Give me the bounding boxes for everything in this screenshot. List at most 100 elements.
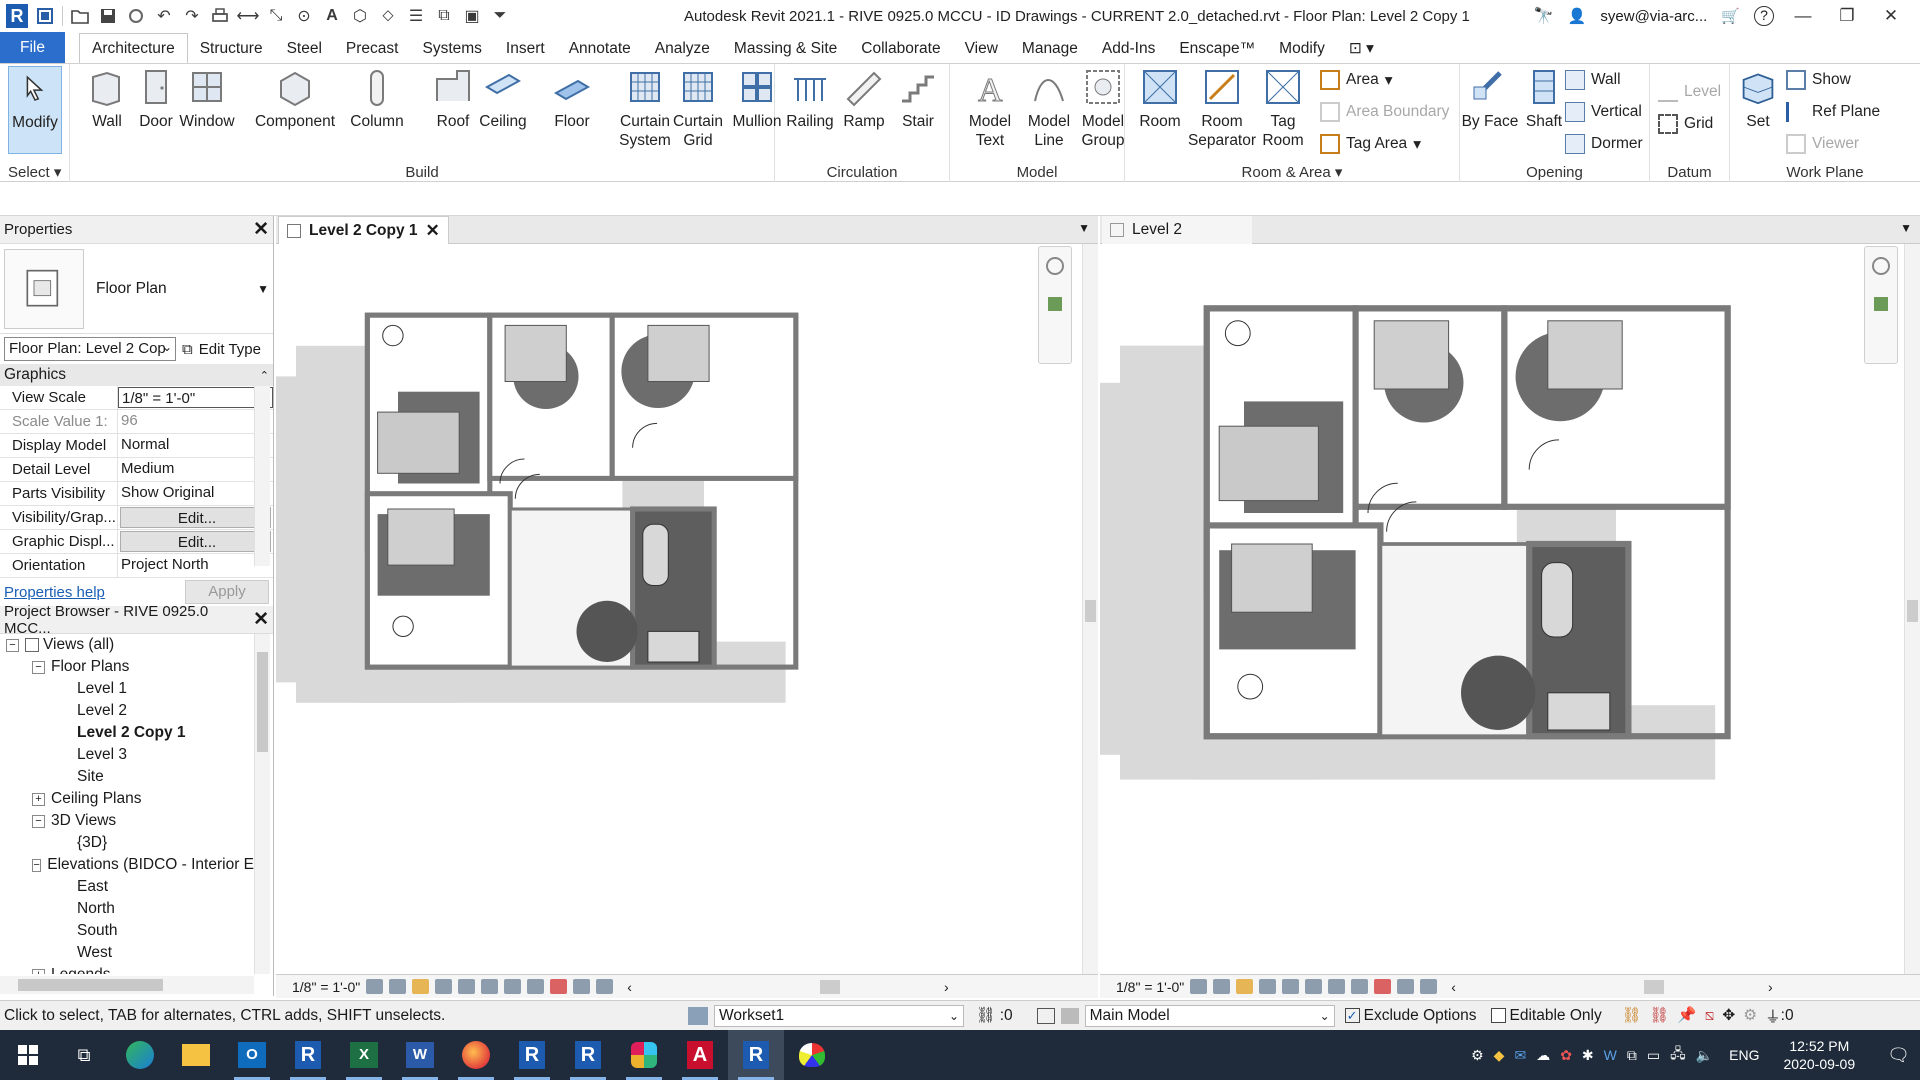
switch-windows-icon[interactable]: ▣ [461,5,483,27]
open-icon[interactable] [69,5,91,27]
type-selector[interactable]: Floor Plan ▼ [0,244,273,334]
undo-icon[interactable]: ↶ [153,5,175,27]
apply-button[interactable]: Apply [185,580,269,604]
browser-hscrollbar[interactable] [0,976,254,994]
temp-hide-icon[interactable] [504,979,522,994]
room-separator-button[interactable]: Room Separator [1187,66,1257,150]
tray-word-icon[interactable]: W [1604,1047,1617,1063]
home-icon[interactable] [34,5,56,27]
design-option-dropdown[interactable]: Main Model ⌄ [1084,1004,1335,1027]
tag-area-button[interactable]: Tag Area ▾ [1320,134,1421,154]
tray-slack-icon[interactable]: ✱ [1582,1047,1594,1064]
ref-plane-button[interactable]: Ref Plane [1786,102,1880,122]
property-value[interactable]: Medium [118,458,273,481]
browser-node[interactable]: − Views (all) [0,634,254,656]
tag-room-button[interactable]: Tag Room [1248,66,1318,150]
close-tab-icon[interactable]: ✕ [426,221,440,241]
redo-icon[interactable]: ↷ [181,5,203,27]
edit-type-button[interactable]: Edit Type [199,341,261,358]
restore-button[interactable]: ❐ [1832,6,1862,26]
tab-level-2[interactable]: Level 2 [1102,216,1252,244]
revit-logo[interactable]: R [6,4,28,28]
temp-hide-icon[interactable] [1328,979,1346,994]
slack-icon[interactable] [616,1030,672,1080]
revit-taskbar-icon[interactable]: R [504,1030,560,1080]
background-process-icon[interactable]: ⚙ [1743,1006,1757,1025]
tag-icon[interactable]: ⊙ [293,5,315,27]
scroll-right-icon[interactable]: › [944,979,949,995]
close-window-button[interactable]: ✕ [1876,6,1906,26]
word-icon[interactable]: W [392,1030,448,1080]
sun-path-icon[interactable] [1236,979,1254,994]
navigation-bar[interactable] [1038,246,1072,364]
tab-massing-site[interactable]: Massing & Site [722,34,849,64]
select-by-face-icon[interactable]: ⧅ [1704,1007,1714,1025]
scale-control[interactable]: 1/8" = 1'-0" [1116,979,1184,995]
scroll-right-icon[interactable]: › [1768,979,1773,995]
select-pinned-icon[interactable]: 📌 [1677,1006,1696,1025]
right-view-canvas[interactable] [1100,244,1904,974]
reveal-hidden-icon[interactable] [1351,979,1369,994]
properties-scrollbar[interactable] [254,386,270,566]
crop-view-icon[interactable] [1282,979,1300,994]
scale-control[interactable]: 1/8" = 1'-0" [292,979,360,995]
section-icon[interactable]: ⬦ [377,5,399,27]
highlight-displacement-icon[interactable] [573,979,591,994]
tray-norton-icon[interactable]: ◆ [1494,1047,1505,1064]
crop-region-icon[interactable] [1305,979,1323,994]
left-view-vscrollbar[interactable] [1082,244,1098,974]
select-links-icon[interactable]: ⛓ [1622,1006,1642,1025]
collapse-icon[interactable]: − [32,814,45,828]
task-view-icon[interactable]: ⧉ [56,1030,112,1080]
tab-modify[interactable]: Modify [1267,34,1337,64]
close-browser-icon[interactable]: ✕ [253,608,269,631]
notifications-icon[interactable]: 🗨 [1887,1045,1910,1066]
browser-node[interactable]: − Elevations (BIDCO - Interior E [0,854,254,876]
tray-volume-icon[interactable]: 🔈 [1696,1047,1713,1064]
detail-level-icon[interactable] [1190,979,1208,994]
browser-node[interactable]: Site [0,766,254,788]
select-dropdown[interactable]: Select ▾ [0,163,69,181]
exclude-options-checkbox[interactable]: ✓ [1344,1008,1360,1023]
browser-node[interactable]: Level 1 [0,678,254,700]
browser-node[interactable]: −3D Views [0,810,254,832]
sun-path-icon[interactable] [412,979,430,994]
text-icon[interactable]: A [321,5,343,27]
ribbon-minimize-icon[interactable]: ⊡ ▾ [1337,34,1386,64]
ceiling-button[interactable]: Ceiling [468,66,538,131]
type-dropdown-icon[interactable]: ▼ [257,282,269,296]
tab-overflow-icon[interactable]: ▼ [1900,221,1912,235]
floor-button[interactable]: Floor [537,66,607,131]
workset-dropdown[interactable]: Workset1 ⌄ [714,1004,964,1027]
browser-node[interactable]: East [0,876,254,898]
tab-collaborate[interactable]: Collaborate [849,34,952,64]
area-boundary-button[interactable]: Area Boundary [1320,102,1449,122]
area-button[interactable]: Area ▾ [1320,70,1393,90]
tab-add-ins[interactable]: Add-Ins [1090,34,1167,64]
browser-node[interactable]: +Legends [0,964,254,974]
editable-only-checkbox[interactable] [1490,1008,1506,1023]
firefox-icon[interactable] [448,1030,504,1080]
clock[interactable]: 12:52 PM 2020-09-09 [1784,1037,1856,1073]
revit-taskbar-icon[interactable]: R [560,1030,616,1080]
customize-qat-icon[interactable]: ⏷ [489,5,511,27]
browser-node[interactable]: Level 2 Copy 1 [0,722,254,744]
autocad-icon[interactable]: A [672,1030,728,1080]
select-underlay-icon[interactable]: ⛓ [1649,1006,1669,1025]
set-button[interactable]: Set [1738,66,1778,131]
grid-button[interactable]: Grid [1658,114,1713,134]
tab-view[interactable]: View [953,34,1010,64]
viewer-button[interactable]: Viewer [1786,134,1859,154]
user-icon[interactable]: 👤 [1568,7,1587,25]
reveal-constraints-icon[interactable] [1420,979,1438,994]
detail-level-icon[interactable] [366,979,384,994]
filter-icon[interactable]: ⏚ [1765,1005,1781,1027]
collapse-icon[interactable]: − [32,858,42,872]
tray-cloud-icon[interactable]: ☁ [1536,1047,1550,1064]
instance-selector[interactable]: Floor Plan: Level 2 Cop ⌄ [4,337,176,361]
tab-file[interactable]: File [0,32,65,64]
column-button[interactable]: Column [342,66,412,131]
browser-node[interactable]: + Ceiling Plans [0,788,254,810]
help-icon[interactable]: ? [1754,6,1774,26]
aligned-dimension-icon[interactable]: ⤡ [265,5,287,27]
